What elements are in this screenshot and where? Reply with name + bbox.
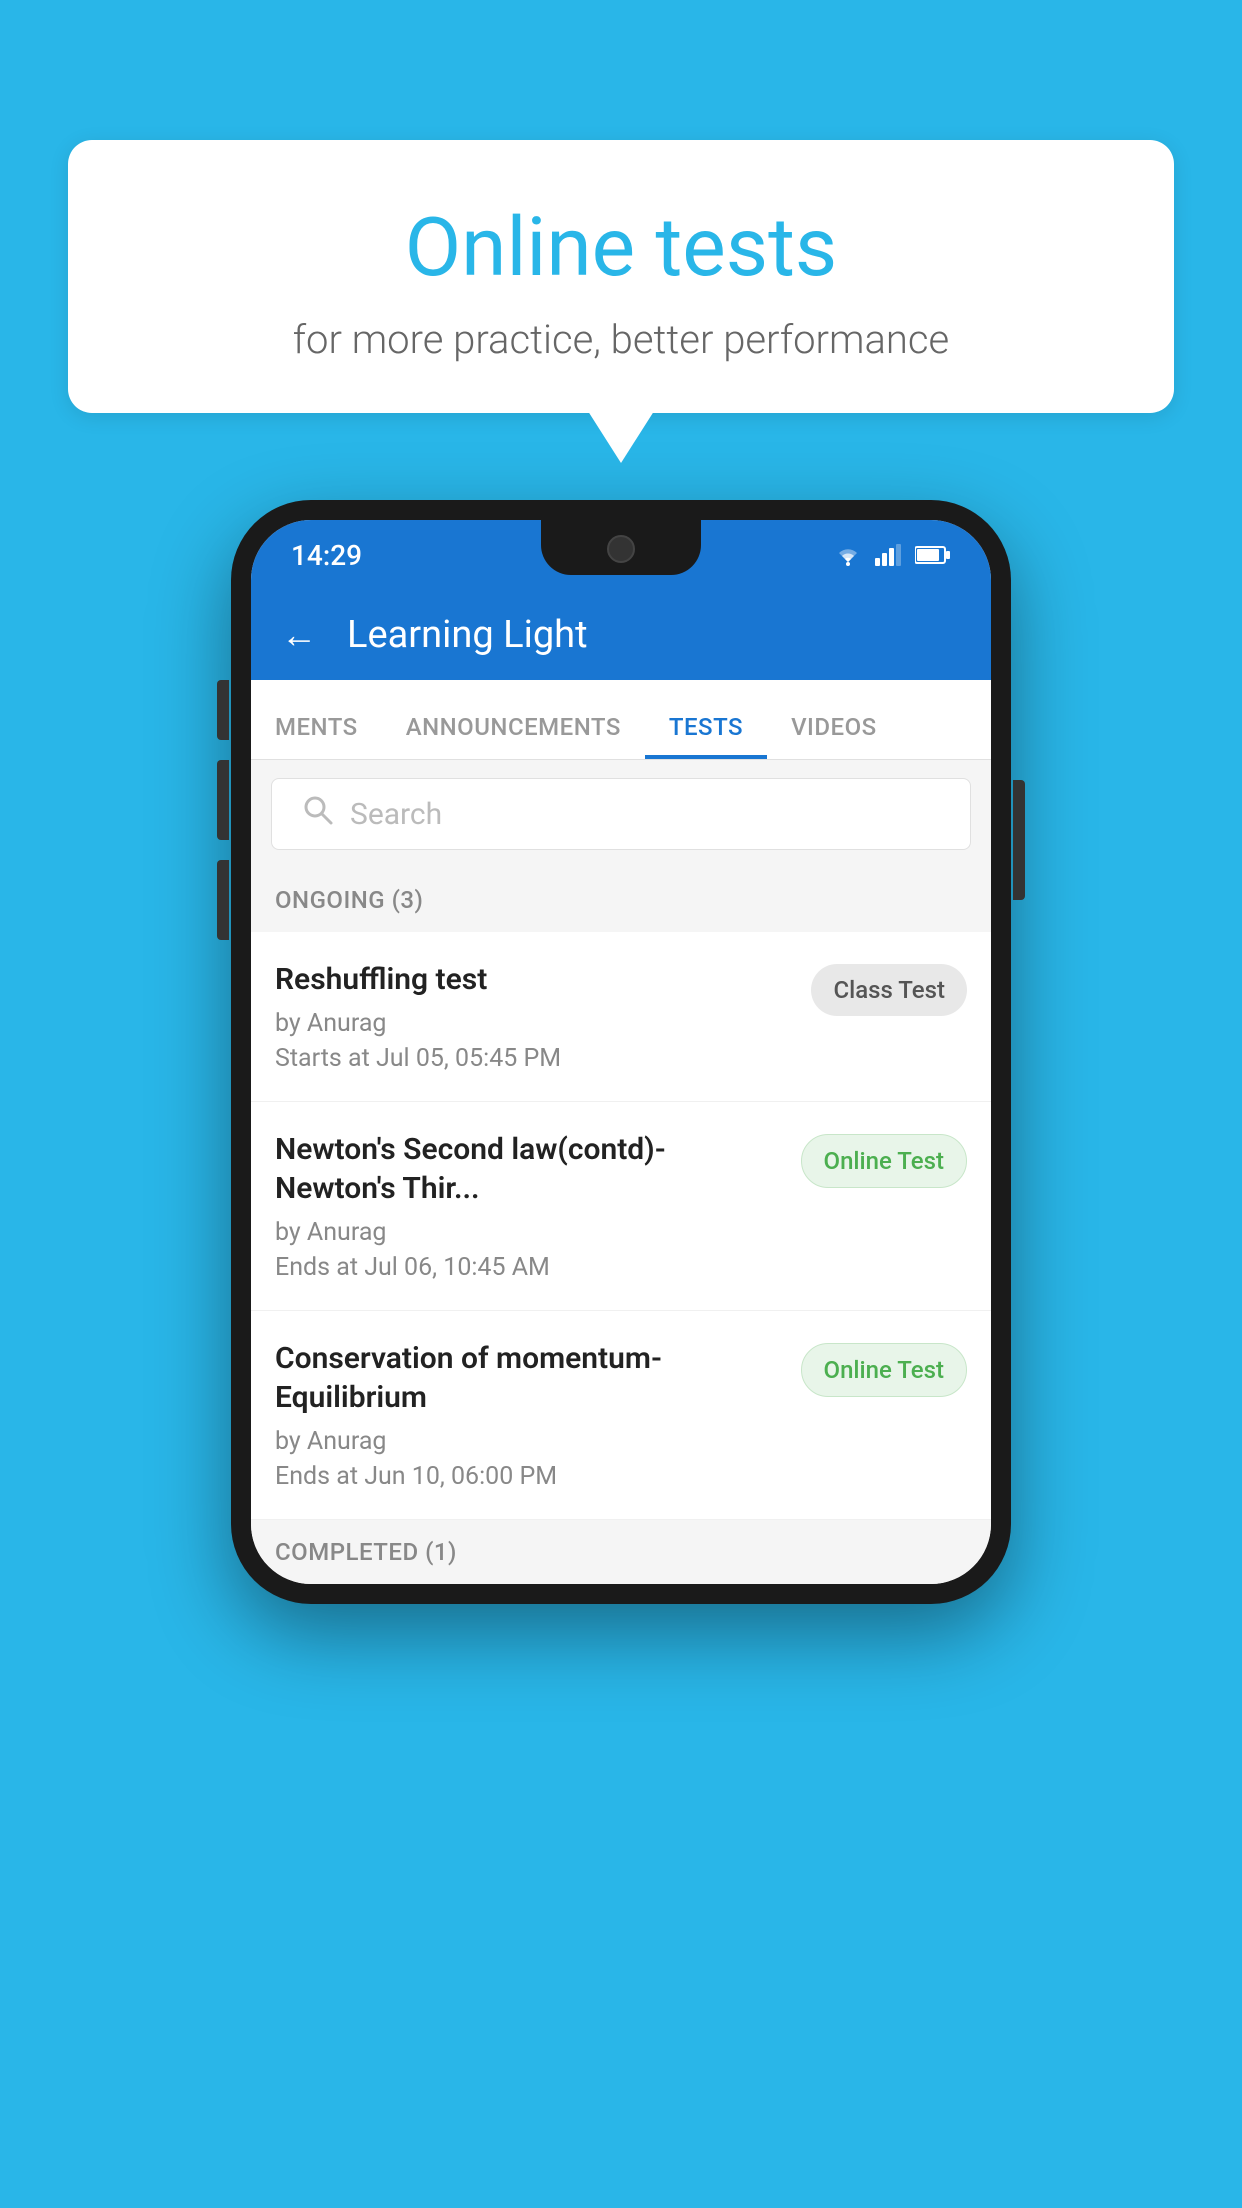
phone-frame: 14:29 bbox=[231, 500, 1011, 1604]
test-name: Newton's Second law(contd)-Newton's Thir… bbox=[275, 1130, 781, 1208]
power-button bbox=[1013, 780, 1025, 900]
test-author: by Anurag bbox=[275, 1218, 781, 1247]
search-container: Search bbox=[251, 760, 991, 868]
status-time: 14:29 bbox=[291, 539, 362, 572]
search-placeholder: Search bbox=[350, 797, 442, 832]
volume-up-button bbox=[217, 680, 229, 740]
completed-section-header: COMPLETED (1) bbox=[251, 1520, 991, 1584]
test-badge-online: Online Test bbox=[801, 1134, 967, 1188]
notch bbox=[541, 520, 701, 575]
signal-icon bbox=[875, 544, 903, 566]
test-badge-class: Class Test bbox=[811, 964, 967, 1016]
tab-tests[interactable]: TESTS bbox=[645, 713, 767, 759]
phone-screen: 14:29 bbox=[251, 520, 991, 1584]
tab-videos[interactable]: VIDEOS bbox=[767, 713, 901, 759]
back-button[interactable]: ← bbox=[281, 614, 317, 656]
test-name: Conservation of momentum-Equilibrium bbox=[275, 1339, 781, 1417]
camera-dot bbox=[607, 535, 635, 563]
test-item-content: Newton's Second law(contd)-Newton's Thir… bbox=[275, 1130, 801, 1282]
test-author: by Anurag bbox=[275, 1009, 791, 1038]
status-icons bbox=[833, 544, 951, 566]
ongoing-section-header: ONGOING (3) bbox=[251, 868, 991, 932]
bubble-subtitle: for more practice, better performance bbox=[118, 316, 1124, 363]
test-item[interactable]: Newton's Second law(contd)-Newton's Thir… bbox=[251, 1102, 991, 1311]
app-title: Learning Light bbox=[347, 613, 588, 657]
test-item-content: Conservation of momentum-Equilibrium by … bbox=[275, 1339, 801, 1491]
mute-button bbox=[217, 860, 229, 940]
test-item[interactable]: Conservation of momentum-Equilibrium by … bbox=[251, 1311, 991, 1520]
test-item[interactable]: Reshuffling test by Anurag Starts at Jul… bbox=[251, 932, 991, 1102]
volume-down-button bbox=[217, 760, 229, 840]
status-bar: 14:29 bbox=[251, 520, 991, 590]
test-date: Ends at Jun 10, 06:00 PM bbox=[275, 1462, 781, 1491]
phone-container: 14:29 bbox=[231, 500, 1011, 1604]
tab-announcements[interactable]: ANNOUNCEMENTS bbox=[382, 713, 645, 759]
test-list: Reshuffling test by Anurag Starts at Jul… bbox=[251, 932, 991, 1520]
app-bar: ← Learning Light bbox=[251, 590, 991, 680]
test-author: by Anurag bbox=[275, 1427, 781, 1456]
wifi-icon bbox=[833, 544, 863, 566]
bubble-title: Online tests bbox=[118, 200, 1124, 296]
speech-bubble: Online tests for more practice, better p… bbox=[68, 140, 1174, 413]
test-name: Reshuffling test bbox=[275, 960, 791, 999]
search-bar[interactable]: Search bbox=[271, 778, 971, 850]
tab-ments[interactable]: MENTS bbox=[251, 713, 382, 759]
tabs-bar: MENTS ANNOUNCEMENTS TESTS VIDEOS bbox=[251, 680, 991, 760]
test-date: Starts at Jul 05, 05:45 PM bbox=[275, 1044, 791, 1073]
search-icon bbox=[302, 794, 334, 834]
test-item-content: Reshuffling test by Anurag Starts at Jul… bbox=[275, 960, 811, 1073]
test-badge-online: Online Test bbox=[801, 1343, 967, 1397]
battery-icon bbox=[915, 545, 951, 565]
test-date: Ends at Jul 06, 10:45 AM bbox=[275, 1253, 781, 1282]
